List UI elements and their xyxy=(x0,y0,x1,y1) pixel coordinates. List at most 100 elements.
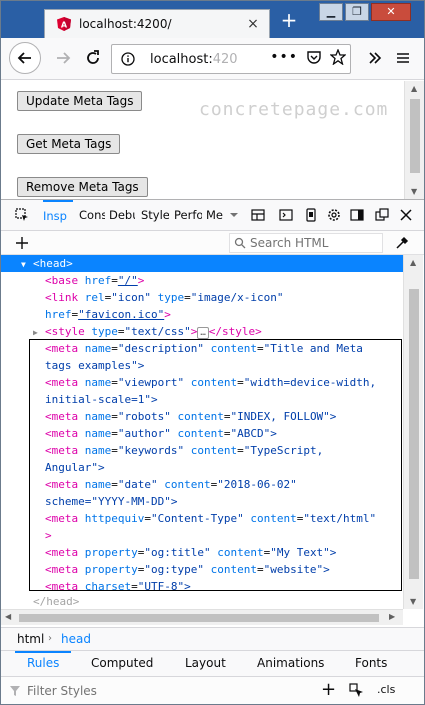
reload-button[interactable] xyxy=(79,44,107,72)
node-head[interactable]: ▼ <head> xyxy=(1,255,403,272)
tab-rules[interactable]: Rules xyxy=(14,651,72,676)
collapsed-content-badge[interactable]: … xyxy=(197,327,209,339)
markup-view: ▼ <head> <base href="/"> <link rel="icon"… xyxy=(1,255,403,609)
hamburger-menu-icon[interactable] xyxy=(389,44,417,72)
page-scrollbar[interactable]: ▲ ▼ xyxy=(404,81,424,199)
node-meta-author[interactable]: <meta name="author" content="ABCD"> xyxy=(45,425,277,442)
overflow-chevron-icon[interactable] xyxy=(361,44,389,72)
separate-window-icon[interactable] xyxy=(375,208,389,222)
search-html-field[interactable] xyxy=(229,233,383,253)
node-link-cont[interactable]: href="favicon.ico"> xyxy=(45,306,171,323)
node-meta-httpequiv-cont[interactable]: > xyxy=(45,527,52,544)
angular-favicon-icon: A xyxy=(57,17,71,31)
device-mode-icon[interactable] xyxy=(304,208,318,222)
filter-styles-field[interactable] xyxy=(9,683,309,698)
forward-arrow-icon xyxy=(57,52,71,64)
toggle-classes-button[interactable]: .cls xyxy=(377,683,395,696)
navigation-bar: localhost:420 ••• xyxy=(1,38,424,80)
node-meta-date[interactable]: <meta name="date" content="2018-06-02" xyxy=(45,476,297,493)
tab-inspector[interactable]: Insp xyxy=(43,200,73,231)
close-window-button[interactable]: ✕ xyxy=(371,3,411,21)
node-meta-og-title[interactable]: <meta property="og:title" content="My Te… xyxy=(45,544,336,561)
inspector-search-row xyxy=(1,231,424,255)
back-button[interactable] xyxy=(9,42,41,74)
scroll-left-icon[interactable]: ◀ xyxy=(5,612,11,621)
tab-style-editor[interactable]: Style xyxy=(141,200,169,231)
tab-performance[interactable]: Perfo xyxy=(174,200,202,231)
remove-meta-tags-button[interactable]: Remove Meta Tags xyxy=(17,177,148,197)
node-meta-date-cont[interactable]: scheme="YYYY-MM-DD"> xyxy=(45,493,177,510)
node-head-close[interactable]: </head> xyxy=(33,593,79,609)
filter-icon xyxy=(10,685,20,696)
node-meta-viewport[interactable]: <meta name="viewport" content="width=dev… xyxy=(45,374,376,391)
tab-debugger[interactable]: Debu xyxy=(109,200,135,231)
search-html-input[interactable] xyxy=(250,236,370,250)
svg-text:A: A xyxy=(61,21,68,30)
markup-hscroll-thumb[interactable] xyxy=(19,614,379,622)
new-tab-button[interactable]: + xyxy=(279,10,299,31)
element-picker-icon[interactable] xyxy=(15,208,29,222)
breadcrumb-html[interactable]: html xyxy=(17,628,44,650)
filter-styles-input[interactable] xyxy=(27,683,227,698)
page-actions-icon[interactable]: ••• xyxy=(270,49,298,65)
tab-memory[interactable]: Me xyxy=(206,200,226,231)
title-bar: A localhost:4200/ × + ▁ ❐ ✕ xyxy=(1,1,424,38)
node-meta-httpequiv[interactable]: <meta httpequiv="Content-Type" content="… xyxy=(45,510,376,527)
scratchpad-icon[interactable] xyxy=(279,208,293,222)
back-arrow-icon xyxy=(17,52,31,64)
node-meta-og-type[interactable]: <meta property="og:type" content="websit… xyxy=(45,561,330,578)
node-meta-description[interactable]: <meta name="description" content="Title … xyxy=(45,340,363,357)
eyedropper-icon[interactable] xyxy=(394,235,410,251)
breadcrumb-head[interactable]: head xyxy=(61,628,91,650)
markup-horizontal-scrollbar[interactable]: ◀ ▶ xyxy=(1,609,403,625)
dock-side-icon[interactable] xyxy=(350,208,364,222)
node-link[interactable]: <link rel="icon" type="image/x-icon" xyxy=(45,289,283,306)
scroll-up-arrow-icon[interactable]: ▲ xyxy=(411,84,417,93)
close-devtools-icon[interactable] xyxy=(399,208,413,222)
site-info-icon[interactable] xyxy=(118,52,138,66)
page-content: Update Meta Tags Get Meta Tags Remove Me… xyxy=(1,81,404,199)
node-meta-keywords[interactable]: <meta name="keywords" content="TypeScrip… xyxy=(45,442,323,459)
expand-arrow-icon[interactable]: ▼ xyxy=(21,256,33,273)
node-style[interactable]: ▶ <style type="text/css">… </style> xyxy=(33,323,262,340)
url-bar[interactable]: localhost:420 ••• xyxy=(111,44,351,74)
pocket-icon[interactable] xyxy=(306,49,322,65)
node-meta-description-cont[interactable]: tags examples"> xyxy=(45,357,144,374)
scroll-down-arrow-icon[interactable]: ▼ xyxy=(411,187,417,196)
node-meta-viewport-cont[interactable]: initial-scale=1"> xyxy=(45,391,158,408)
sidebar-tabs: Rules Computed Layout Animations Fonts xyxy=(1,651,424,677)
node-base[interactable]: <base href="/"> xyxy=(45,272,144,289)
markup-scroll-down-icon[interactable]: ▼ xyxy=(410,597,416,606)
tab-title: localhost:4200/ xyxy=(79,17,172,31)
node-meta-keywords-cont[interactable]: Angular"> xyxy=(45,459,105,476)
get-meta-tags-button[interactable]: Get Meta Tags xyxy=(17,134,121,154)
node-meta-robots[interactable]: <meta name="robots" content="INDEX, FOLL… xyxy=(45,408,336,425)
browser-tab[interactable]: A localhost:4200/ × xyxy=(44,9,270,38)
forward-button[interactable] xyxy=(49,44,77,72)
brand-watermark: concretepage.com xyxy=(199,99,389,120)
reload-icon xyxy=(87,50,99,64)
tab-console[interactable]: Cons xyxy=(79,200,105,231)
markup-scrollbar[interactable]: ▲ ▼ xyxy=(403,255,423,609)
scroll-right-icon[interactable]: ▶ xyxy=(389,612,395,621)
settings-gear-icon[interactable] xyxy=(327,208,341,222)
tabs-overflow-chevron-icon[interactable] xyxy=(227,208,241,222)
maximize-button[interactable]: ❐ xyxy=(345,3,369,21)
filter-row: + .cls xyxy=(1,677,424,704)
markup-scroll-thumb[interactable] xyxy=(409,289,419,579)
minimize-button[interactable]: ▁ xyxy=(319,3,343,21)
toggle-pseudo-class-icon[interactable] xyxy=(349,683,365,699)
page-scroll-thumb[interactable] xyxy=(410,99,420,173)
tab-animations[interactable]: Animations xyxy=(257,651,324,676)
tab-fonts[interactable]: Fonts xyxy=(355,651,387,676)
tab-computed[interactable]: Computed xyxy=(91,651,153,676)
tab-layout[interactable]: Layout xyxy=(185,651,226,676)
tab-close-icon[interactable]: × xyxy=(245,16,261,32)
bookmark-star-icon[interactable] xyxy=(330,49,346,65)
add-node-icon[interactable] xyxy=(15,236,29,250)
responsive-design-icon[interactable] xyxy=(251,208,265,222)
add-rule-button[interactable]: + xyxy=(321,679,336,700)
url-text[interactable]: localhost:420 xyxy=(150,52,238,67)
markup-scroll-up-icon[interactable]: ▲ xyxy=(410,258,416,267)
update-meta-tags-button[interactable]: Update Meta Tags xyxy=(17,91,143,111)
